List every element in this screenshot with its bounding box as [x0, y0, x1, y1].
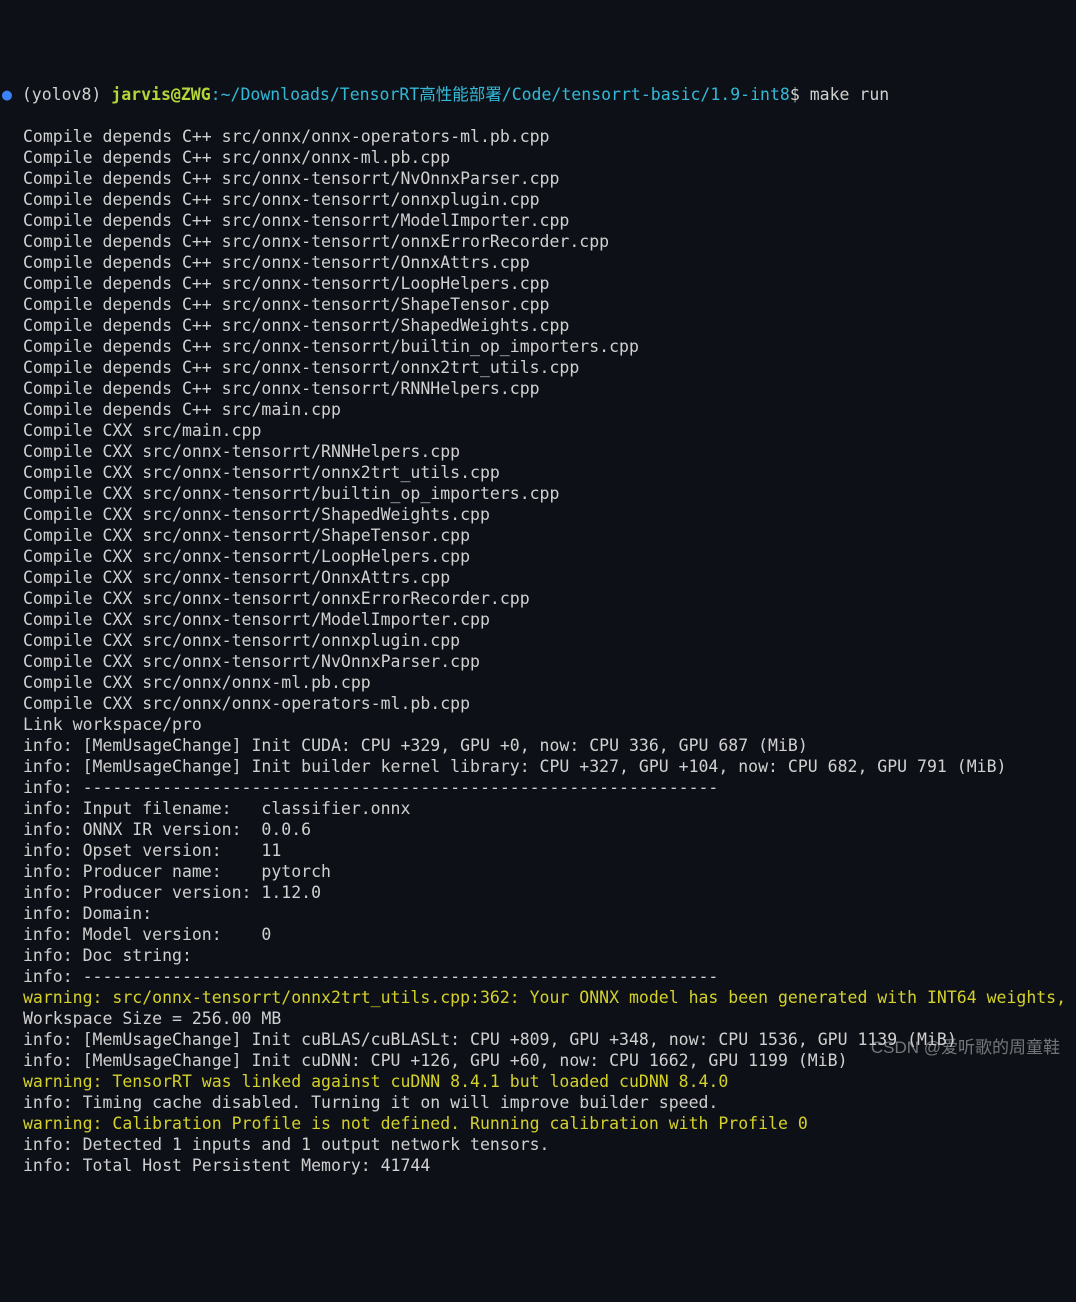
terminal-output-line: Workspace Size = 256.00 MB: [2, 1008, 1076, 1029]
terminal-output-line: info: Detected 1 inputs and 1 output net…: [2, 1134, 1076, 1155]
terminal-output-line: Compile depends C++ src/onnx-tensorrt/Nv…: [2, 168, 1076, 189]
terminal-output-line: Compile depends C++ src/onnx-tensorrt/Mo…: [2, 210, 1076, 231]
terminal-output-line: Compile CXX src/onnx-tensorrt/ShapedWeig…: [2, 504, 1076, 525]
terminal-output-line: info: Producer version: 1.12.0: [2, 882, 1076, 903]
terminal-output-line: Compile depends C++ src/onnx/onnx-operat…: [2, 126, 1076, 147]
terminal-output-line: Compile CXX src/onnx/onnx-operators-ml.p…: [2, 693, 1076, 714]
terminal-output-line: info: ONNX IR version: 0.0.6: [2, 819, 1076, 840]
terminal-output-line: Compile CXX src/onnx-tensorrt/ModelImpor…: [2, 609, 1076, 630]
terminal-output-line: Compile CXX src/onnx-tensorrt/onnx2trt_u…: [2, 462, 1076, 483]
prompt-command[interactable]: make run: [810, 85, 889, 104]
terminal-output-line: Compile CXX src/main.cpp: [2, 420, 1076, 441]
terminal-output-line: Compile CXX src/onnx-tensorrt/OnnxAttrs.…: [2, 567, 1076, 588]
terminal-output-line: info: ----------------------------------…: [2, 966, 1076, 987]
terminal-output-line: Compile CXX src/onnx-tensorrt/builtin_op…: [2, 483, 1076, 504]
prompt-path: ~/Downloads/TensorRT高性能部署/Code/tensorrt-…: [221, 85, 790, 104]
terminal-output-line: Compile depends C++ src/main.cpp: [2, 399, 1076, 420]
prompt-line[interactable]: ● (yolov8) jarvis@ZWG:~/Downloads/Tensor…: [2, 84, 1076, 105]
prompt-userhost: jarvis@ZWG: [111, 85, 210, 104]
terminal-output[interactable]: Compile depends C++ src/onnx/onnx-operat…: [2, 126, 1076, 1176]
terminal-output-line: Compile depends C++ src/onnx-tensorrt/On…: [2, 252, 1076, 273]
terminal-output-line: info: Timing cache disabled. Turning it …: [2, 1092, 1076, 1113]
terminal-output-line: Compile CXX src/onnx-tensorrt/LoopHelper…: [2, 546, 1076, 567]
terminal-output-line: Compile depends C++ src/onnx-tensorrt/Lo…: [2, 273, 1076, 294]
terminal-output-line: info: Opset version: 11: [2, 840, 1076, 861]
terminal-output-line: info: Doc string:: [2, 945, 1076, 966]
terminal-output-line: Compile CXX src/onnx-tensorrt/onnxplugin…: [2, 630, 1076, 651]
terminal-output-line: Compile depends C++ src/onnx-tensorrt/on…: [2, 189, 1076, 210]
terminal-output-line: Link workspace/pro: [2, 714, 1076, 735]
terminal-output-line: Compile depends C++ src/onnx-tensorrt/Sh…: [2, 294, 1076, 315]
terminal-output-line: Compile CXX src/onnx-tensorrt/NvOnnxPars…: [2, 651, 1076, 672]
terminal-output-line: Compile depends C++ src/onnx-tensorrt/bu…: [2, 336, 1076, 357]
terminal-warning-line: warning: Calibration Profile is not defi…: [2, 1113, 1076, 1134]
terminal-output-line: info: Total Host Persistent Memory: 4174…: [2, 1155, 1076, 1176]
prompt-colon: :: [211, 85, 221, 104]
terminal-output-line: info: ----------------------------------…: [2, 777, 1076, 798]
prompt-env: (yolov8): [22, 85, 101, 104]
terminal-output-line: info: [MemUsageChange] Init builder kern…: [2, 756, 1076, 777]
terminal-output-line: Compile CXX src/onnx-tensorrt/onnxErrorR…: [2, 588, 1076, 609]
terminal-output-line: Compile CXX src/onnx/onnx-ml.pb.cpp: [2, 672, 1076, 693]
watermark: CSDN @爱听歌的周童鞋: [871, 1037, 1060, 1058]
terminal-output-line: Compile depends C++ src/onnx-tensorrt/RN…: [2, 378, 1076, 399]
terminal-output-line: info: [MemUsageChange] Init CUDA: CPU +3…: [2, 735, 1076, 756]
terminal-output-line: Compile depends C++ src/onnx/onnx-ml.pb.…: [2, 147, 1076, 168]
terminal-warning-line: warning: TensorRT was linked against cuD…: [2, 1071, 1076, 1092]
terminal-output-line: info: Domain:: [2, 903, 1076, 924]
terminal-output-line: Compile depends C++ src/onnx-tensorrt/Sh…: [2, 315, 1076, 336]
terminal-output-line: info: Producer name: pytorch: [2, 861, 1076, 882]
prompt-dollar: $: [790, 85, 800, 104]
prompt-bullet-icon: ●: [2, 85, 12, 104]
terminal-output-line: Compile depends C++ src/onnx-tensorrt/on…: [2, 231, 1076, 252]
terminal-output-line: info: Input filename: classifier.onnx: [2, 798, 1076, 819]
terminal-warning-line: warning: src/onnx-tensorrt/onnx2trt_util…: [2, 987, 1076, 1008]
terminal-output-line: info: Model version: 0: [2, 924, 1076, 945]
terminal-output-line: Compile CXX src/onnx-tensorrt/ShapeTenso…: [2, 525, 1076, 546]
terminal-output-line: Compile depends C++ src/onnx-tensorrt/on…: [2, 357, 1076, 378]
terminal-output-line: Compile CXX src/onnx-tensorrt/RNNHelpers…: [2, 441, 1076, 462]
